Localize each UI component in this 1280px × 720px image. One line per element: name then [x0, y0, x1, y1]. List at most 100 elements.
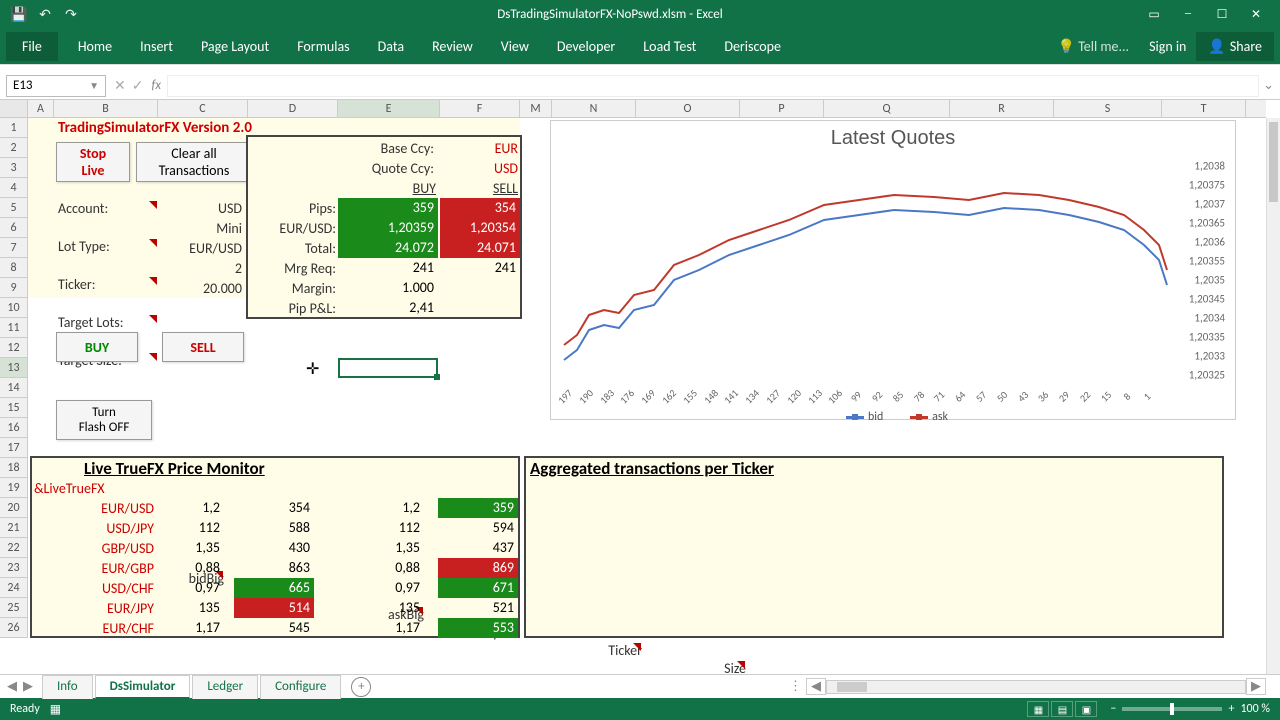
- cell-selection: [338, 358, 438, 378]
- row-header[interactable]: 7: [0, 238, 27, 258]
- row-header[interactable]: 24: [0, 578, 27, 598]
- sheet-area[interactable]: ABCDEFMNOPQRST 1234567891011121314151617…: [0, 100, 1280, 674]
- fx-icon[interactable]: fx: [151, 78, 161, 93]
- ribbon-tab-developer[interactable]: Developer: [543, 32, 629, 61]
- name-box[interactable]: E13▼: [6, 75, 106, 97]
- tellme[interactable]: 💡 Tell me...: [1048, 32, 1140, 61]
- new-sheet-button[interactable]: +: [351, 677, 371, 697]
- ribbon-tab-home[interactable]: Home: [64, 32, 126, 61]
- zoom-control[interactable]: −+ 100 %: [1110, 702, 1270, 716]
- hscrollbar[interactable]: ⋮ ◀ ▶: [371, 678, 1276, 695]
- row-header[interactable]: 22: [0, 538, 27, 558]
- row-header[interactable]: 9: [0, 278, 27, 298]
- save-icon[interactable]: 💾: [8, 3, 30, 25]
- expand-fbar-icon[interactable]: ⌄: [1263, 78, 1274, 93]
- row-header[interactable]: 15: [0, 398, 27, 418]
- col-header[interactable]: F: [440, 100, 520, 117]
- tab-nav-left-icon[interactable]: ◀: [4, 679, 20, 694]
- row-header[interactable]: 6: [0, 218, 27, 238]
- row-header[interactable]: 3: [0, 158, 27, 178]
- share-button[interactable]: 👤 Share: [1196, 32, 1274, 61]
- row-header[interactable]: 4: [0, 178, 27, 198]
- col-header[interactable]: E: [338, 100, 440, 117]
- col-header[interactable]: C: [158, 100, 248, 117]
- row-header[interactable]: 8: [0, 258, 27, 278]
- row-header[interactable]: 17: [0, 438, 27, 458]
- ribbon-tab-insert[interactable]: Insert: [126, 32, 187, 61]
- row-header[interactable]: 16: [0, 418, 27, 438]
- sheet-tab-configure[interactable]: Configure: [260, 675, 341, 699]
- field-value: Mini: [158, 220, 246, 238]
- view-buttons[interactable]: ▦▤▣: [1026, 701, 1098, 717]
- undo-icon[interactable]: ↶: [34, 3, 56, 25]
- row-header[interactable]: 18: [0, 458, 27, 478]
- flash-toggle-button[interactable]: TurnFlash OFF: [56, 400, 152, 440]
- minimize-icon[interactable]: ─: [1172, 3, 1204, 25]
- tab-nav-right-icon[interactable]: ▶: [20, 679, 36, 694]
- col-header[interactable]: D: [248, 100, 338, 117]
- bid-big: 1,2: [144, 498, 224, 518]
- signin[interactable]: Sign in: [1139, 32, 1196, 61]
- ccy-value: USD: [440, 160, 518, 178]
- ribbon-tab-page-layout[interactable]: Page Layout: [187, 32, 283, 61]
- col-header[interactable]: P: [740, 100, 824, 117]
- select-all-corner[interactable]: [0, 100, 28, 117]
- col-header[interactable]: R: [950, 100, 1054, 117]
- bid-pips: 545: [234, 618, 314, 638]
- bid-pips: 665: [234, 578, 314, 598]
- field-label: Lot Type:: [58, 238, 158, 256]
- col-header[interactable]: N: [552, 100, 636, 117]
- row-header[interactable]: 25: [0, 598, 27, 618]
- col-header[interactable]: B: [54, 100, 158, 117]
- quote-row-label: Pips:: [248, 200, 336, 218]
- macros-icon[interactable]: ▦: [50, 702, 61, 717]
- row-header[interactable]: 14: [0, 378, 27, 398]
- ribbon-tab-formulas[interactable]: Formulas: [283, 32, 363, 61]
- row-header[interactable]: 11: [0, 318, 27, 338]
- row-header[interactable]: 13: [0, 358, 27, 378]
- formula-bar[interactable]: [167, 75, 1259, 97]
- row-header[interactable]: 5: [0, 198, 27, 218]
- close-icon[interactable]: ✕: [1240, 3, 1272, 25]
- bid-big: 0,88: [144, 558, 224, 578]
- sheet-tab-dssimulator[interactable]: DsSimulator: [95, 675, 191, 699]
- cancel-icon[interactable]: ✕: [114, 77, 126, 94]
- latest-quotes-chart: Latest Quotes 1,20381,203751,20371,20365…: [550, 120, 1236, 420]
- enter-icon[interactable]: ✓: [132, 77, 144, 94]
- col-header[interactable]: T: [1162, 100, 1246, 117]
- row-header[interactable]: 19: [0, 478, 27, 498]
- ribbon-tab-data[interactable]: Data: [364, 32, 418, 61]
- stop-live-button[interactable]: StopLive: [56, 142, 130, 182]
- row-header[interactable]: 2: [0, 138, 27, 158]
- ribbon-tab-review[interactable]: Review: [418, 32, 487, 61]
- row-header[interactable]: 21: [0, 518, 27, 538]
- ask-big: 1,17: [344, 618, 424, 638]
- col-header[interactable]: M: [520, 100, 552, 117]
- vscrollbar[interactable]: [1266, 118, 1280, 674]
- sheet-tab-ledger[interactable]: Ledger: [192, 675, 258, 699]
- sheet-tab-info[interactable]: Info: [42, 675, 93, 699]
- field-label: Account:: [58, 200, 158, 218]
- ribbon-tab-load-test[interactable]: Load Test: [629, 32, 710, 61]
- col-header[interactable]: S: [1054, 100, 1162, 117]
- row-header[interactable]: 20: [0, 498, 27, 518]
- col-header[interactable]: Q: [824, 100, 950, 117]
- row-header[interactable]: 1: [0, 118, 27, 138]
- statusbar: Ready ▦ ▦▤▣ −+ 100 %: [0, 698, 1280, 720]
- redo-icon[interactable]: ↷: [60, 3, 82, 25]
- window-title: DsTradingSimulatorFX-NoPswd.xlsm - Excel: [82, 7, 1138, 22]
- maximize-icon[interactable]: ☐: [1206, 3, 1238, 25]
- clear-transactions-button[interactable]: Clear allTransactions: [136, 142, 252, 182]
- row-header[interactable]: 10: [0, 298, 27, 318]
- ribbon-opts-icon[interactable]: ▭: [1138, 3, 1170, 25]
- row-header[interactable]: 26: [0, 618, 27, 638]
- col-header[interactable]: O: [636, 100, 740, 117]
- file-tab[interactable]: File: [6, 32, 58, 61]
- col-header[interactable]: A: [28, 100, 54, 117]
- row-header[interactable]: 23: [0, 558, 27, 578]
- ribbon-tab-deriscope[interactable]: Deriscope: [710, 32, 795, 61]
- row-header[interactable]: 12: [0, 338, 27, 358]
- sell-button[interactable]: SELL: [162, 332, 244, 362]
- buy-button[interactable]: BUY: [56, 332, 138, 362]
- ribbon-tab-view[interactable]: View: [487, 32, 543, 61]
